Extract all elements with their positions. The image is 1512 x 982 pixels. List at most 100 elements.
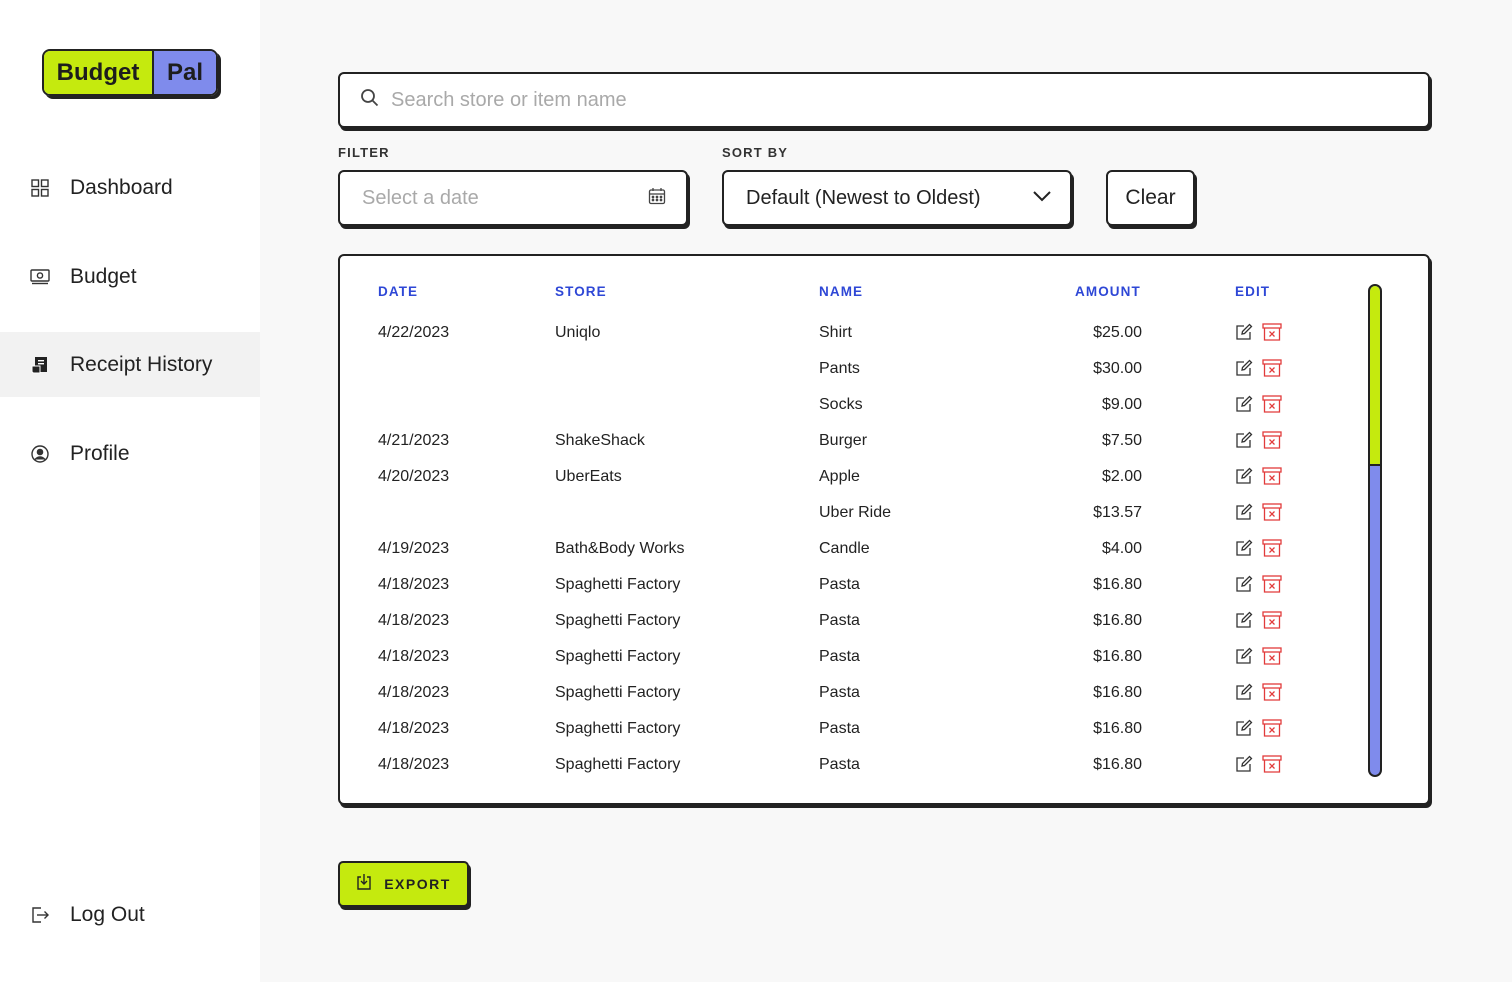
cell-name: Pasta	[819, 756, 860, 773]
edit-icon[interactable]	[1235, 575, 1255, 595]
table-row: 4/22/2023 Uniqlo Shirt $25.00	[340, 316, 1428, 352]
cell-name: Pasta	[819, 612, 860, 629]
receipt-icon	[30, 355, 50, 375]
column-header-edit: EDIT	[1235, 284, 1271, 299]
table-row: Uber Ride $13.57	[340, 496, 1428, 532]
edit-icon[interactable]	[1235, 431, 1255, 451]
edit-icon[interactable]	[1235, 395, 1255, 415]
cell-date: 4/22/2023	[378, 324, 450, 341]
table-row: 4/18/2023 Spaghetti Factory Pasta $16.80	[340, 568, 1428, 604]
delete-icon[interactable]	[1262, 395, 1282, 415]
money-icon	[30, 267, 50, 287]
cell-store: Uniqlo	[555, 324, 601, 341]
column-header-store[interactable]: STORE	[555, 284, 607, 299]
cell-date: 4/18/2023	[378, 756, 450, 773]
sidebar-item-receipt-history[interactable]: Receipt History	[0, 332, 260, 397]
delete-icon[interactable]	[1262, 755, 1282, 775]
column-header-amount[interactable]: AMOUNT	[1075, 284, 1141, 299]
scrollbar-thumb[interactable]	[1370, 286, 1380, 466]
edit-icon[interactable]	[1235, 719, 1255, 739]
export-label: EXPORT	[384, 876, 451, 892]
cell-name: Socks	[819, 396, 863, 413]
export-button[interactable]: EXPORT	[338, 861, 469, 907]
sidebar-item-dashboard[interactable]: Dashboard	[0, 155, 260, 220]
table-row: 4/21/2023 ShakeShack Burger $7.50	[340, 424, 1428, 460]
cell-amount: $9.00	[1101, 396, 1142, 413]
cell-name: Shirt	[819, 324, 852, 341]
cell-date: 4/18/2023	[378, 720, 450, 737]
budget-pal-logo[interactable]: Budget Pal	[42, 49, 218, 96]
cell-date: 4/21/2023	[378, 432, 450, 449]
date-filter[interactable]	[338, 170, 688, 226]
edit-icon[interactable]	[1235, 539, 1255, 559]
sidebar-item-label: Dashboard	[70, 175, 173, 199]
table-header: DATE STORE NAME AMOUNT EDIT	[340, 284, 1428, 304]
cell-amount: $16.80	[1093, 576, 1142, 593]
logout-label: Log Out	[70, 902, 145, 926]
delete-icon[interactable]	[1262, 647, 1282, 667]
cell-name: Pasta	[819, 648, 860, 665]
delete-icon[interactable]	[1262, 575, 1282, 595]
cell-store: Spaghetti Factory	[555, 648, 681, 665]
user-icon	[30, 444, 50, 464]
table-row: Socks $9.00	[340, 388, 1428, 424]
column-header-date[interactable]: DATE	[378, 284, 418, 299]
cell-name: Burger	[819, 432, 868, 449]
cell-name: Apple	[819, 468, 860, 485]
sidebar-item-profile[interactable]: Profile	[0, 421, 260, 486]
cell-name: Pasta	[819, 576, 860, 593]
cell-amount: $25.00	[1093, 324, 1142, 341]
cell-store: UberEats	[555, 468, 622, 485]
calendar-icon[interactable]	[648, 187, 666, 210]
date-input[interactable]	[362, 186, 622, 210]
cell-store: Spaghetti Factory	[555, 684, 681, 701]
delete-icon[interactable]	[1262, 467, 1282, 487]
scrollbar[interactable]	[1368, 284, 1382, 777]
edit-icon[interactable]	[1235, 359, 1255, 379]
sort-select[interactable]: Default (Newest to Oldest)	[722, 170, 1072, 226]
column-header-name[interactable]: NAME	[819, 284, 863, 299]
edit-icon[interactable]	[1235, 611, 1255, 631]
cell-store: Bath&Body Works	[555, 540, 685, 557]
edit-icon[interactable]	[1235, 755, 1255, 775]
download-icon	[356, 873, 372, 895]
delete-icon[interactable]	[1262, 503, 1282, 523]
delete-icon[interactable]	[1262, 323, 1282, 343]
table-row: 4/18/2023 Spaghetti Factory Pasta $16.80	[340, 748, 1428, 784]
sidebar-item-budget[interactable]: Budget	[0, 244, 260, 309]
edit-icon[interactable]	[1235, 323, 1255, 343]
edit-icon[interactable]	[1235, 467, 1255, 487]
cell-date: 4/18/2023	[378, 612, 450, 629]
table-row: 4/18/2023 Spaghetti Factory Pasta $16.80	[340, 676, 1428, 712]
sidebar-item-label: Receipt History	[70, 352, 213, 376]
search-input[interactable]	[391, 88, 1291, 112]
sidebar: Budget Pal Dashboard Budget Receipt Hist…	[0, 0, 260, 982]
edit-icon[interactable]	[1235, 683, 1255, 703]
chevron-down-icon	[1032, 189, 1052, 207]
edit-icon[interactable]	[1235, 647, 1255, 667]
cell-name: Pasta	[819, 684, 860, 701]
table-row: Pants $30.00	[340, 352, 1428, 388]
logout-button[interactable]: Log Out	[0, 882, 260, 947]
search-bar[interactable]	[338, 72, 1430, 128]
cell-date: 4/18/2023	[378, 684, 450, 701]
cell-date: 4/19/2023	[378, 540, 450, 557]
cell-store: Spaghetti Factory	[555, 756, 681, 773]
delete-icon[interactable]	[1262, 539, 1282, 559]
cell-name: Pasta	[819, 720, 860, 737]
sidebar-item-label: Budget	[70, 264, 137, 288]
cell-date: 4/20/2023	[378, 468, 450, 485]
delete-icon[interactable]	[1262, 431, 1282, 451]
delete-icon[interactable]	[1262, 683, 1282, 703]
edit-icon[interactable]	[1235, 503, 1255, 523]
delete-icon[interactable]	[1262, 719, 1282, 739]
cell-store: Spaghetti Factory	[555, 612, 681, 629]
delete-icon[interactable]	[1262, 611, 1282, 631]
logout-icon	[30, 905, 50, 925]
filter-label: FILTER	[338, 145, 390, 160]
delete-icon[interactable]	[1262, 359, 1282, 379]
clear-button[interactable]: Clear	[1106, 170, 1195, 226]
cell-name: Pants	[819, 360, 860, 377]
cell-date: 4/18/2023	[378, 576, 450, 593]
search-icon	[360, 88, 379, 112]
